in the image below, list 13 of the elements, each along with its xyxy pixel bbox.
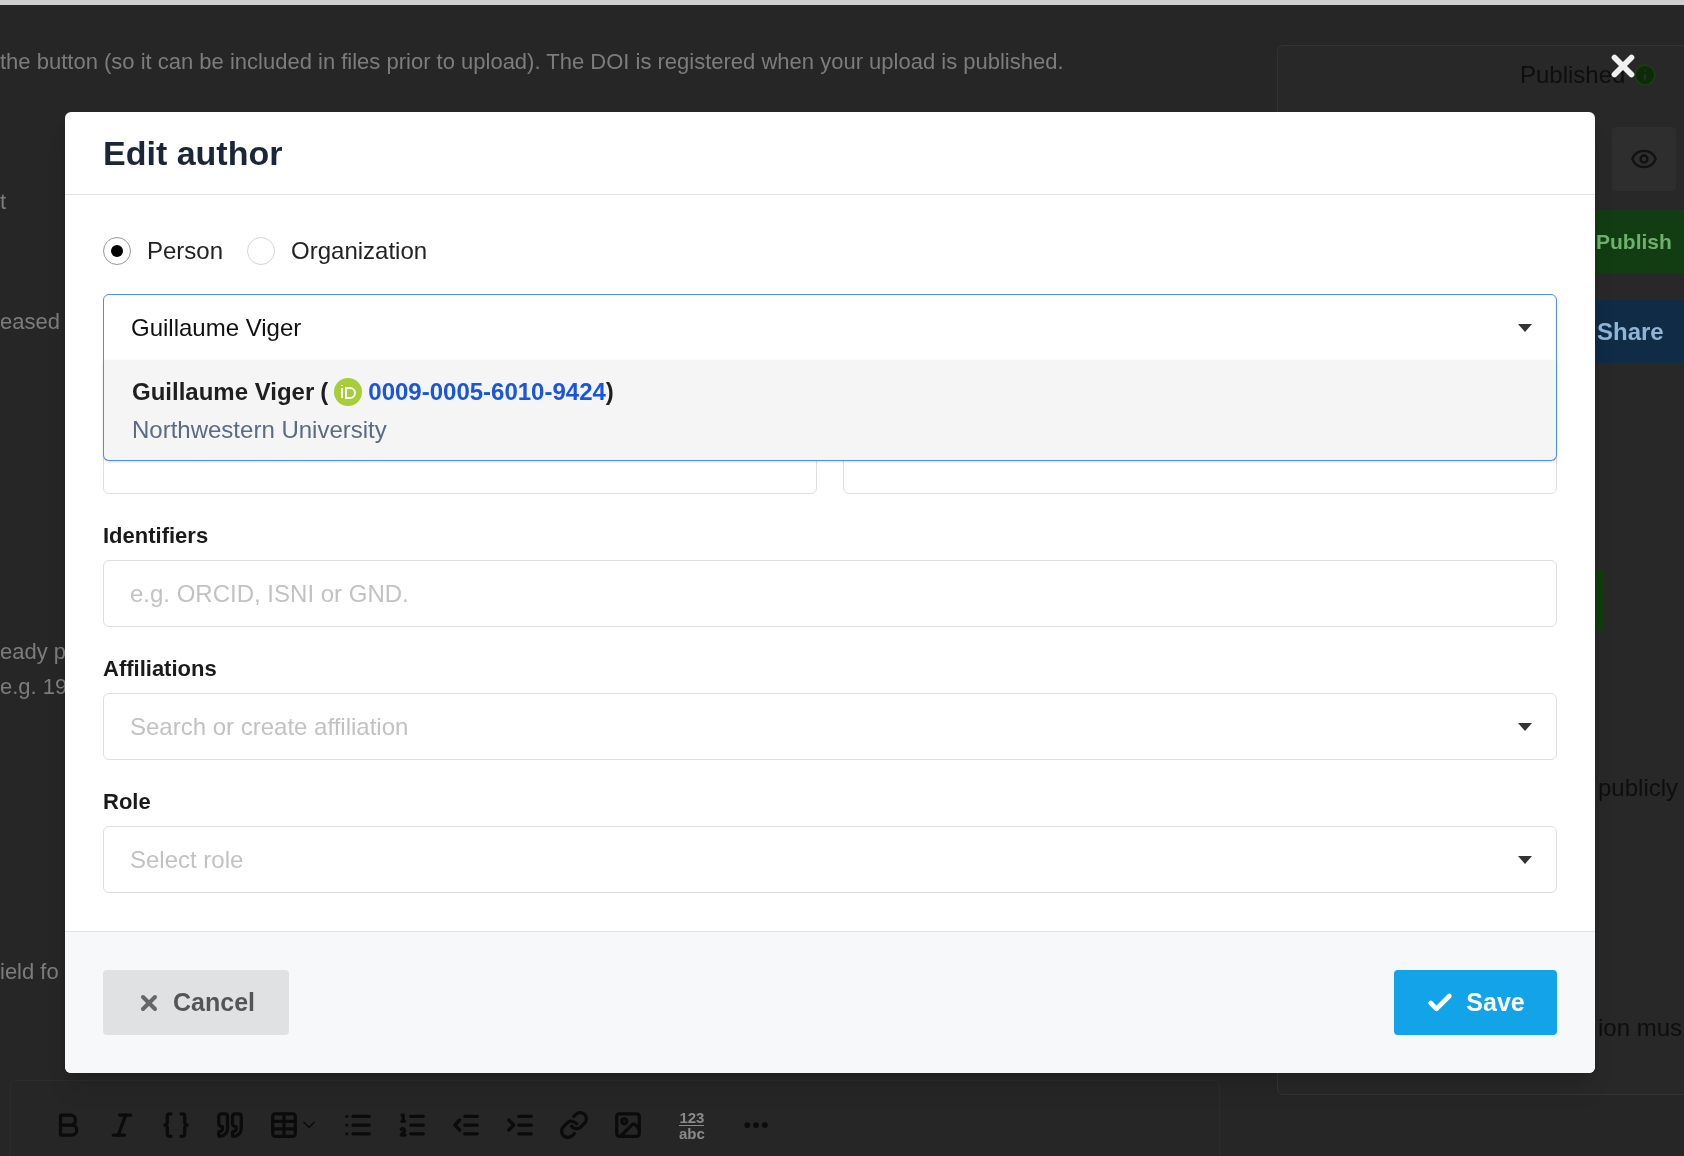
background-text: ield fo (0, 958, 59, 986)
background-text: eady p (0, 638, 67, 666)
dialog-title: Edit author (103, 132, 283, 174)
paren-text: ) (605, 377, 614, 407)
field-label: Role (103, 789, 152, 815)
author-name: Guillaume Viger (132, 377, 315, 407)
background-text: t (0, 188, 7, 216)
field-label: Affiliations (103, 656, 218, 682)
notice-text: the button (so it can be included in files prior to upload). The DOI is registered when your upload is published. (0, 48, 1064, 76)
field-label: Identifiers (103, 523, 210, 549)
background-text: eased (0, 308, 60, 336)
paren-text: ( (320, 377, 329, 407)
affiliation-text: Northwestern University (132, 415, 388, 445)
